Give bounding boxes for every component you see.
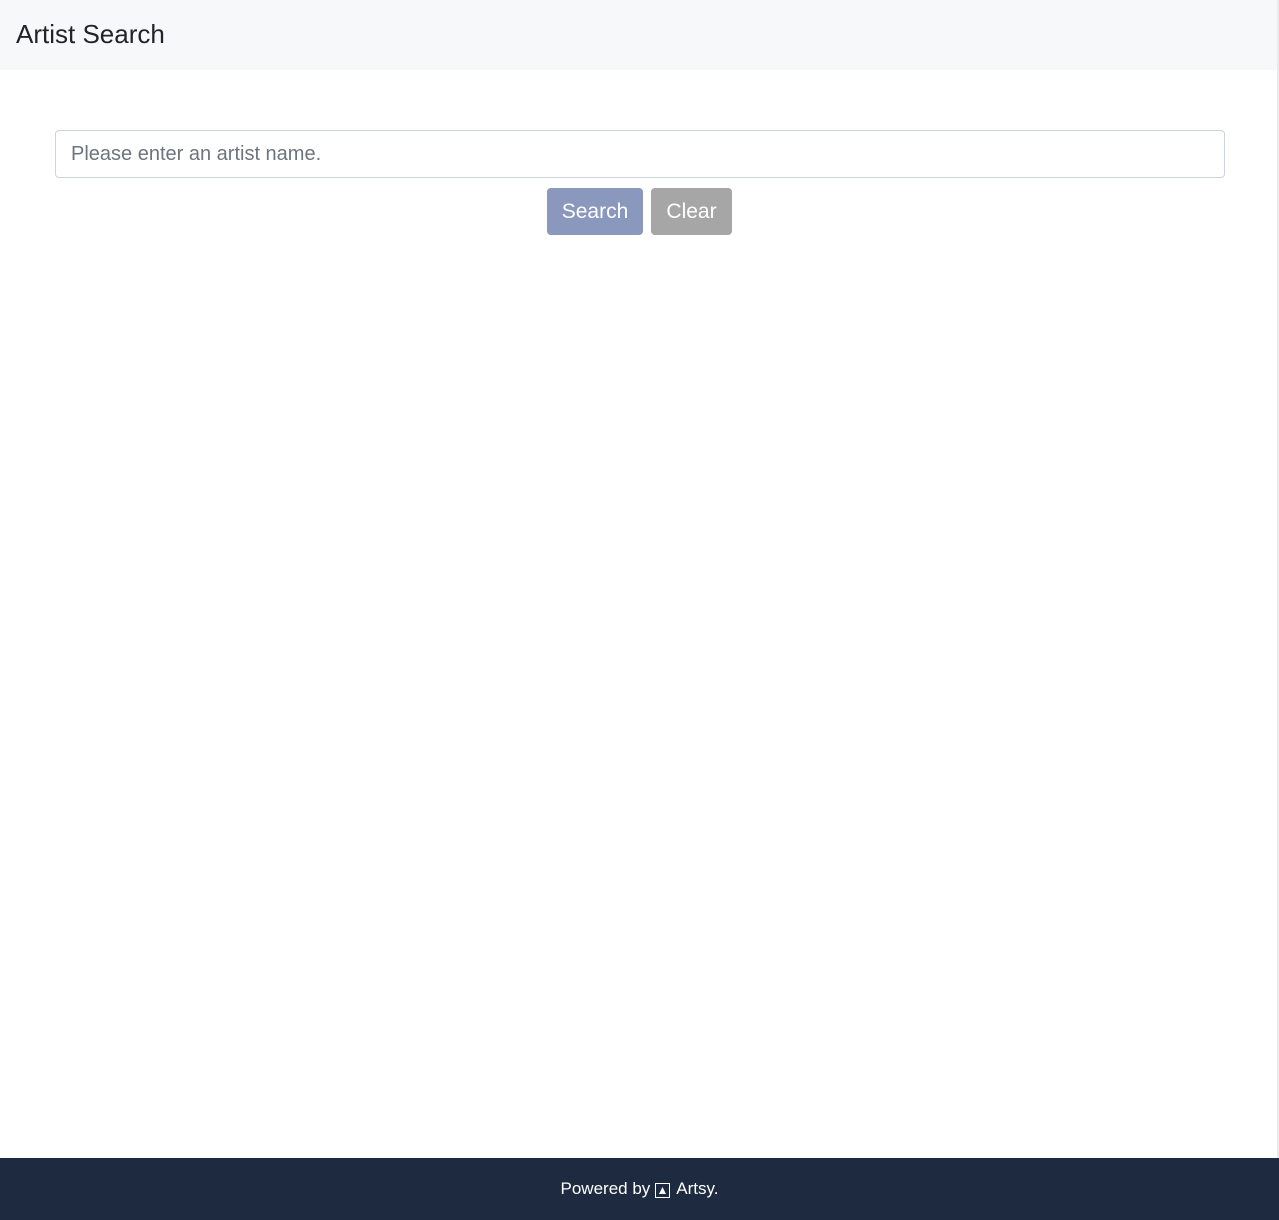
footer-powered-by: Powered by — [560, 1179, 651, 1198]
footer: Powered by Artsy. — [0, 1158, 1279, 1220]
navbar: Artist Search — [0, 0, 1279, 70]
page: Artist Search Search Clear Powered by Ar… — [0, 0, 1279, 1220]
footer-artsy-brand[interactable]: Artsy. — [676, 1179, 718, 1199]
search-button[interactable]: Search — [547, 188, 643, 235]
artist-search-input[interactable] — [55, 130, 1225, 178]
clear-button[interactable]: Clear — [651, 188, 732, 235]
navbar-brand[interactable]: Artist Search — [16, 18, 165, 50]
artsy-logo-icon — [655, 1182, 671, 1198]
